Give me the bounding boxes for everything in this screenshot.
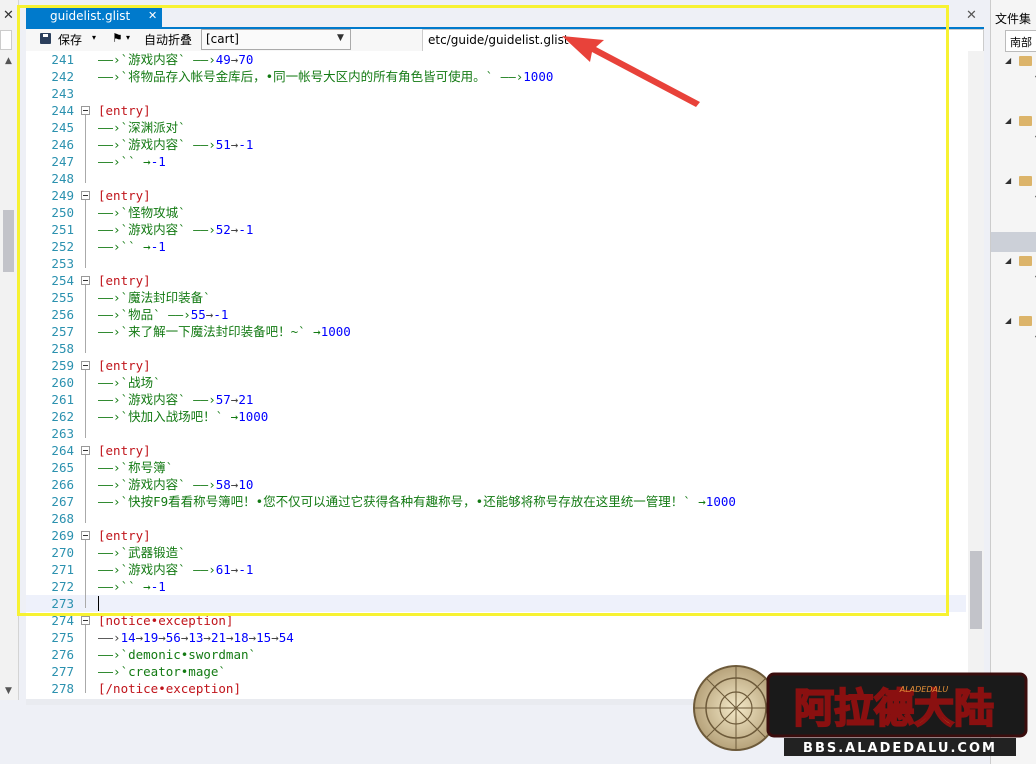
vertical-scrollbar[interactable] [968,51,984,699]
panel-title: 文件集 [995,12,1032,26]
line-text: ——›14→19→56→13→21→18→15→54 [98,629,294,646]
expand-arrow-icon[interactable]: ◢ [1005,56,1011,65]
folder-icon [1019,56,1032,66]
code-token: 18 [233,630,249,645]
code-token: → [226,630,234,645]
line-text: [/notice•exception] [98,680,241,697]
code-token: ——›`creator•mage` [98,664,226,679]
folder-icon [1019,256,1032,266]
selected-tree-row[interactable] [991,232,1036,252]
window-close-icon[interactable]: ✕ [966,8,977,23]
code-token: → [271,630,279,645]
panel-tab[interactable]: 南部 [1005,30,1036,52]
highlight-box [17,5,949,616]
code-token: → [203,630,211,645]
folder-icon [1019,176,1032,186]
code-token: 21 [210,630,227,645]
code-token: 15 [256,630,272,645]
line-number: 275 [51,630,74,645]
expand-arrow-icon[interactable]: ◢ [1005,316,1011,325]
code-token: → [158,630,166,645]
folder-tree-item[interactable]: ◢▼ [1005,252,1036,283]
folder-tree-item[interactable]: ◢▼ [1005,172,1036,203]
line-text: ——›`creator•mage` [98,663,226,680]
line-number: 277 [51,664,74,679]
line-number: 276 [51,647,74,662]
folder-tree-item[interactable]: ◢▼ [1005,52,1036,83]
line-number: 278 [51,681,74,696]
line-text: ——›`demonic•swordman` [98,646,256,663]
code-token: 56 [165,630,181,645]
code-token: ——›`demonic•swordman` [98,647,257,662]
folder-tree-item[interactable]: ◢▼ [1005,112,1036,143]
expand-arrow-icon[interactable]: ◢ [1005,176,1011,185]
code-token: 14 [120,630,136,645]
code-token: 19 [143,630,159,645]
folder-icon [1019,316,1032,326]
vertical-scrollbar-thumb[interactable] [970,551,982,629]
expand-arrow-icon[interactable]: ◢ [1005,256,1011,265]
code-line[interactable]: 276 ——›`demonic•swordman` [26,646,966,663]
scroll-down-icon[interactable]: ▼ [5,686,12,696]
scroll-up-icon[interactable]: ▲ [5,56,12,66]
watermark-logo: 阿拉德大陆 ALADEDALU BBS.ALADEDALU.COM [693,665,1028,756]
code-token: 54 [278,630,294,645]
fold-toggle-icon[interactable] [81,616,90,625]
folder-tree-item[interactable]: ◢▼ [1005,312,1036,343]
left-panel-field[interactable] [0,30,12,50]
code-token: ——› [98,630,121,645]
logo-title: 阿拉德大陆 [794,686,994,732]
code-line[interactable]: 275 ——›14→19→56→13→21→18→15→54 [26,629,966,646]
code-token: 13 [188,630,204,645]
left-scrollbar-thumb[interactable] [3,210,14,272]
panel-tab-label: 南部 [1010,36,1032,49]
code-token: → [248,630,257,645]
code-token: [/notice•exception] [98,681,241,696]
logo-url: BBS.ALADEDALU.COM [803,741,997,756]
annotation-arrow [562,36,700,107]
close-icon[interactable]: ✕ [3,8,14,23]
file-explorer-panel: 文件集 南部 ◢▼ ◢▼ ◢▼ ◢▼ ◢▼ [990,0,1036,764]
logo-emblem-text: ALADEDALU [899,685,949,694]
folder-icon [1019,116,1032,126]
fold-guide [85,625,86,693]
expand-arrow-icon[interactable]: ◢ [1005,116,1011,125]
